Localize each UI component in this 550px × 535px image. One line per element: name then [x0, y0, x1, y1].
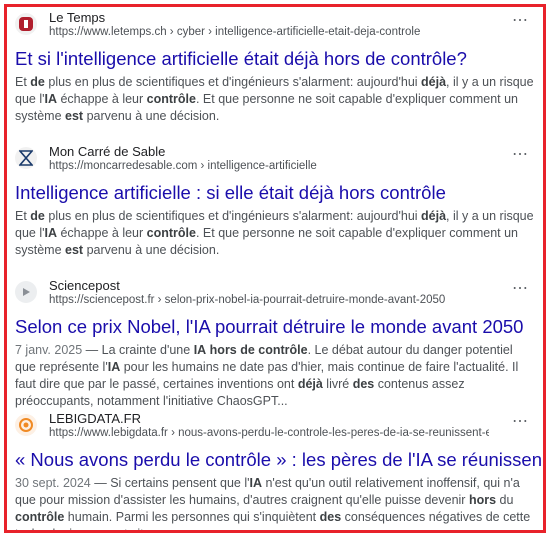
snippet-highlight: IA — [193, 343, 207, 357]
result-site-name: Sciencepost — [49, 278, 120, 293]
snippet-highlight: des — [352, 377, 375, 391]
snippet-highlight: déjà — [421, 75, 447, 89]
result-header[interactable]: Mon Carré de Sable https://moncarredesab… — [15, 144, 535, 177]
snippet-highlight: déjà — [421, 209, 447, 223]
snippet-highlight: est — [65, 243, 84, 257]
result-title-link[interactable]: « Nous avons perdu le contrôle » : les p… — [15, 449, 543, 471]
result-url: https://sciencepost.fr › selon-prix-nobe… — [49, 294, 446, 306]
result-site-name: LEBIGDATA.FR — [49, 411, 141, 426]
result-snippet: 7 janv. 2025 — La crainte d'une IA hors … — [15, 343, 519, 408]
result-date: 7 janv. 2025 — [15, 343, 83, 357]
result-title-link[interactable]: Selon ce prix Nobel, l'IA pourrait détru… — [15, 316, 523, 338]
more-options-icon[interactable]: ⋯ — [512, 147, 529, 163]
hourglass-icon — [15, 147, 37, 169]
result-site-name: Mon Carré de Sable — [49, 144, 166, 159]
result-url: https://www.letemps.ch › cyber › intelli… — [49, 26, 421, 38]
result-header[interactable]: Le Temps https://www.letemps.ch › cyber … — [15, 10, 535, 43]
lebigdata-icon — [15, 414, 37, 436]
snippet-highlight: hors de contrôle — [209, 343, 308, 357]
result-header[interactable]: LEBIGDATA.FR https://www.lebigdata.fr › … — [15, 411, 535, 444]
result-title-link[interactable]: Et si l'intelligence artificielle était … — [15, 48, 467, 70]
snippet-highlight: est — [65, 109, 84, 123]
result-url: https://www.lebigdata.fr › nous-avons-pe… — [49, 427, 489, 439]
result-snippet: Et de plus en plus de scientifiques et d… — [15, 75, 534, 123]
snippet-highlight: IA — [107, 360, 121, 374]
result-snippet: 30 sept. 2024 — Si certains pensent que … — [15, 476, 531, 530]
snippet-highlight: IA — [44, 92, 58, 106]
more-options-icon[interactable]: ⋯ — [512, 414, 529, 430]
snippet-highlight: de — [30, 75, 45, 89]
play-icon — [15, 281, 37, 303]
result-date: 30 sept. 2024 — [15, 476, 91, 490]
snippet-highlight: IA — [249, 476, 263, 490]
result-header[interactable]: Sciencepost https://sciencepost.fr › sel… — [15, 278, 535, 311]
result-snippet: Et de plus en plus de scientifiques et d… — [15, 209, 534, 257]
snippet-highlight: des — [319, 510, 342, 524]
snippet-highlight: IA — [44, 226, 58, 240]
result-title-link[interactable]: Intelligence artificielle : si elle étai… — [15, 182, 446, 204]
result-url: https://moncarredesable.com › intelligen… — [49, 160, 317, 172]
search-results-panel: Le Temps https://www.letemps.ch › cyber … — [4, 4, 546, 533]
snippet-highlight: contrôle — [15, 510, 65, 524]
result-site-name: Le Temps — [49, 10, 106, 25]
more-options-icon[interactable]: ⋯ — [512, 13, 529, 29]
snippet-highlight: déjà — [297, 377, 323, 391]
snippet-highlight: contrôle — [146, 92, 196, 106]
letemps-icon — [15, 13, 37, 35]
snippet-highlight: de — [30, 209, 45, 223]
snippet-highlight: hors — [468, 493, 497, 507]
snippet-highlight: contrôle — [146, 226, 196, 240]
more-options-icon[interactable]: ⋯ — [512, 281, 529, 297]
